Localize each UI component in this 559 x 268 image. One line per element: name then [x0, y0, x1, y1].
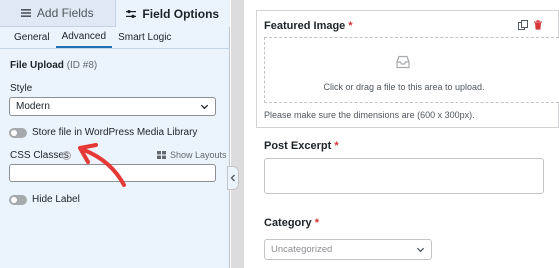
required-marker: *	[314, 217, 320, 229]
featured-image-label-text: Featured Image	[264, 20, 346, 32]
hide-label-toggle[interactable]	[9, 195, 27, 205]
chevron-down-icon	[200, 104, 209, 110]
required-marker: *	[334, 140, 339, 152]
field-heading: File Upload (ID #8)	[10, 60, 97, 71]
featured-image-label: Featured Image *	[264, 20, 353, 32]
required-marker: *	[348, 20, 353, 32]
sliders-icon	[126, 9, 137, 18]
dimensions-note: Please make sure the dimensions are (600…	[264, 110, 475, 120]
style-select[interactable]: Modern	[9, 97, 216, 116]
panel-divider	[231, 0, 244, 268]
annotation-arrow-icon	[78, 143, 126, 187]
field-id: (ID #8)	[66, 60, 98, 71]
chevron-left-icon	[230, 174, 235, 182]
category-select-value: Uncategorized	[271, 244, 333, 255]
tab-add-fields[interactable]: Add Fields	[0, 0, 115, 27]
subtab-advanced[interactable]: Advanced	[55, 27, 113, 48]
style-select-value: Modern	[16, 101, 50, 112]
chevron-down-icon	[416, 247, 425, 253]
collapse-panel-handle[interactable]	[227, 166, 239, 190]
post-excerpt-textarea[interactable]	[264, 158, 544, 194]
tab-add-fields-label: Add Fields	[36, 6, 94, 20]
media-library-toggle-label: Store file in WordPress Media Library	[32, 127, 198, 138]
media-library-toggle[interactable]	[9, 128, 27, 138]
subtab-smart-logic[interactable]: Smart Logic	[112, 27, 177, 48]
list-icon	[20, 9, 31, 17]
trash-icon[interactable]	[533, 20, 543, 30]
panel-tabs: Add Fields Field Options	[0, 0, 230, 27]
tab-field-options[interactable]: Field Options	[114, 0, 230, 27]
hide-label-toggle-label: Hide Label	[32, 194, 80, 205]
category-select[interactable]: Uncategorized	[264, 239, 432, 260]
subtab-general[interactable]: General	[0, 27, 56, 48]
field-actions	[518, 20, 543, 30]
css-classes-label: CSS Classes	[10, 150, 69, 161]
field-options-panel: Add Fields Field Options General Advance…	[0, 0, 230, 268]
upload-instructions: Click or drag a file to this area to upl…	[323, 82, 485, 92]
post-excerpt-label-text: Post Excerpt	[264, 140, 332, 152]
style-label: Style	[10, 83, 33, 94]
category-label-text: Category	[264, 217, 312, 229]
show-layouts-link[interactable]: Show Layouts	[157, 150, 227, 160]
tab-field-options-label: Field Options	[142, 6, 220, 21]
duplicate-icon[interactable]	[518, 20, 528, 30]
field-title: File Upload	[10, 60, 64, 71]
show-layouts-label: Show Layouts	[170, 150, 227, 160]
options-subtabs: General Advanced Smart Logic	[0, 27, 230, 49]
post-excerpt-label: Post Excerpt *	[264, 140, 339, 152]
inbox-icon	[396, 55, 410, 69]
upload-dropzone[interactable]	[264, 37, 559, 103]
grid-icon	[157, 151, 166, 159]
category-label: Category *	[264, 217, 319, 229]
